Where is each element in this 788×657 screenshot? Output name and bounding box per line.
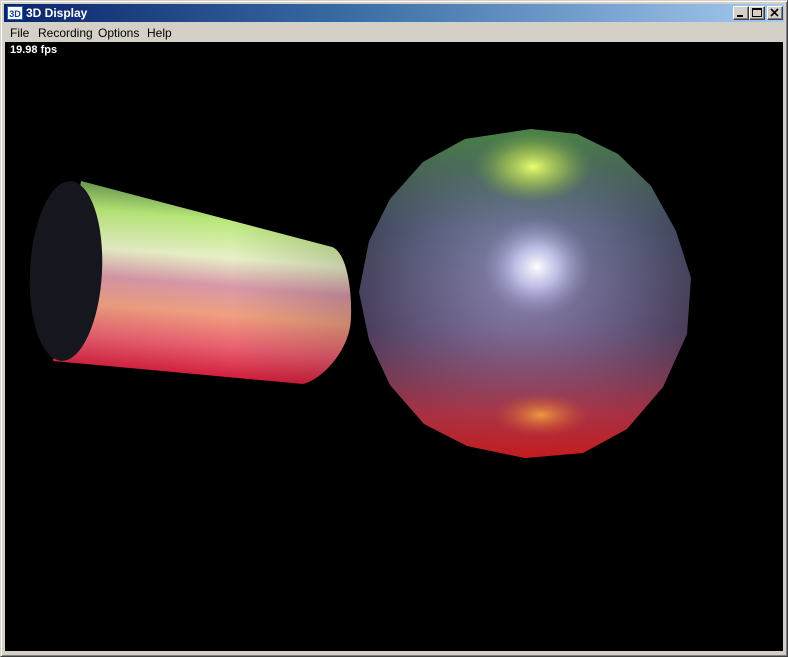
fps-counter: 19.98 fps (10, 44, 58, 56)
app-window: 3D 3D Display File Recording Options Hel… (0, 0, 788, 657)
cylinder-object (29, 181, 352, 384)
menu-bar: File Recording Options Help (4, 23, 784, 42)
minimize-icon (737, 15, 743, 17)
3d-app-icon: 3D (7, 6, 23, 20)
close-button[interactable] (767, 6, 783, 20)
3d-scene (29, 129, 691, 458)
3d-viewport[interactable]: 19.98 fps (5, 42, 783, 651)
minimize-button[interactable] (733, 6, 749, 20)
close-icon (770, 8, 779, 17)
menu-recording[interactable]: Recording (38, 26, 93, 40)
svg-text:3D: 3D (9, 9, 21, 19)
window-title: 3D Display (26, 6, 88, 20)
maximize-button[interactable] (749, 6, 765, 20)
maximize-icon (752, 8, 762, 17)
menu-file[interactable]: File (10, 26, 29, 40)
menu-help[interactable]: Help (147, 26, 172, 40)
sphere-object (359, 129, 691, 458)
title-bar[interactable]: 3D 3D Display (4, 4, 784, 22)
menu-options[interactable]: Options (98, 26, 139, 40)
